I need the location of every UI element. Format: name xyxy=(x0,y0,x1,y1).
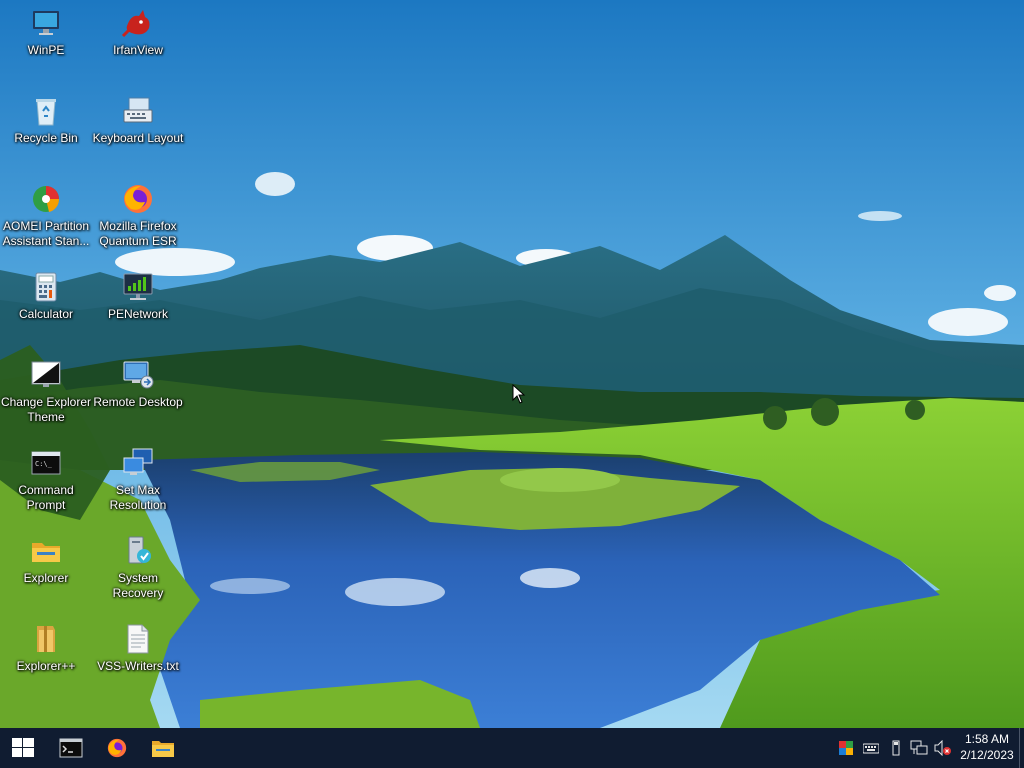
show-desktop-button[interactable] xyxy=(1019,728,1024,768)
desktop-icon-vss-writers[interactable]: VSS-Writers.txt xyxy=(92,616,184,698)
desktop[interactable]: WinPE IrfanView Recycle Bin Keyboard Lay… xyxy=(0,0,1024,728)
taskbar-command-prompt[interactable] xyxy=(48,728,94,768)
clock-time: 1:58 AM xyxy=(964,732,1010,746)
desktop-icon-penetwork[interactable]: PENetwork xyxy=(92,264,184,346)
firefox-icon xyxy=(107,738,127,758)
monitor-icon xyxy=(29,6,63,40)
desktop-icon-label: VSS-Writers.txt xyxy=(97,659,179,673)
cmd-icon: C:\_ xyxy=(29,446,63,480)
text-file-icon xyxy=(121,622,155,656)
desktop-icon-label: AOMEI Partition Assistant Stan... xyxy=(2,219,90,248)
calculator-icon xyxy=(29,270,63,304)
desktop-icon-explorer[interactable]: Explorer xyxy=(0,528,92,610)
desktop-icon-aomei-partition[interactable]: AOMEI Partition Assistant Stan... xyxy=(0,176,92,258)
taskbar: 1:58 AM 2/12/2023 xyxy=(0,728,1024,768)
desktop-icon-winpe[interactable]: WinPE xyxy=(0,0,92,82)
network-monitor-icon xyxy=(121,270,155,304)
desktop-icon-change-explorer-theme[interactable]: Change Explorer Theme xyxy=(0,352,92,434)
theme-icon xyxy=(29,358,63,392)
remote-desktop-icon xyxy=(121,358,155,392)
desktop-icon-firefox[interactable]: Mozilla Firefox Quantum ESR xyxy=(92,176,184,258)
desktop-icon-command-prompt[interactable]: C:\_ Command Prompt xyxy=(0,440,92,522)
mouse-pointer-icon xyxy=(512,383,526,408)
desktop-icon-label: IrfanView xyxy=(113,43,163,57)
desktop-icon-label: System Recovery xyxy=(112,571,164,600)
recycle-bin-icon xyxy=(29,94,63,128)
display-settings-icon xyxy=(121,446,155,480)
cmd-icon xyxy=(59,738,83,758)
svg-text:C:\_: C:\_ xyxy=(35,460,53,468)
desktop-icon-label: Explorer++ xyxy=(16,659,76,673)
taskbar-file-explorer[interactable] xyxy=(140,728,186,768)
desktop-icon-irfanview[interactable]: IrfanView xyxy=(92,0,184,82)
desktop-icon-label: Calculator xyxy=(18,307,74,321)
desktop-icon-label: WinPE xyxy=(27,43,65,57)
folder-icon xyxy=(152,741,174,757)
clock-date: 2/12/2023 xyxy=(960,748,1014,762)
taskbar-clock[interactable]: 1:58 AM 2/12/2023 xyxy=(954,731,1020,763)
firefox-icon xyxy=(121,182,155,216)
desktop-icon-label: Recycle Bin xyxy=(14,131,78,145)
desktop-icon-remote-desktop[interactable]: Remote Desktop xyxy=(92,352,184,434)
taskbar-firefox[interactable] xyxy=(94,728,140,768)
desktop-icon-calculator[interactable]: Calculator xyxy=(0,264,92,346)
color-palette-icon[interactable] xyxy=(838,740,854,756)
folder-plus-icon xyxy=(29,622,63,656)
start-button[interactable] xyxy=(0,728,46,768)
volume-muted-icon[interactable] xyxy=(934,740,952,756)
desktop-icon-label: Keyboard Layout xyxy=(92,131,184,145)
desktop-icon-label: PENetwork xyxy=(107,307,169,321)
desktop-icon-label: Mozilla Firefox Quantum ESR xyxy=(99,219,177,248)
irfanview-cat-icon xyxy=(121,6,155,40)
desktop-icon-label: Remote Desktop xyxy=(93,395,183,409)
aomei-partition-icon xyxy=(29,182,63,216)
usb-icon[interactable] xyxy=(888,740,904,756)
desktop-icon-keyboard-layout[interactable]: Keyboard Layout xyxy=(92,88,184,170)
desktop-icon-label: Set Max Resolution xyxy=(109,483,167,512)
desktop-icon-system-recovery[interactable]: System Recovery xyxy=(92,528,184,610)
folder-icon xyxy=(29,534,63,568)
network-icon[interactable] xyxy=(910,740,928,756)
desktop-icon-recycle-bin[interactable]: Recycle Bin xyxy=(0,88,92,170)
keyboard-icon[interactable] xyxy=(863,740,879,756)
system-recovery-icon xyxy=(121,534,155,568)
desktop-icon-label: Command Prompt xyxy=(18,483,74,512)
keyboard-icon xyxy=(121,94,155,128)
desktop-icon-label: Explorer xyxy=(23,571,69,585)
desktop-icon-label: Change Explorer Theme xyxy=(0,395,92,424)
windows-logo-icon xyxy=(12,738,34,757)
desktop-icon-explorer-plus-plus[interactable]: Explorer++ xyxy=(0,616,92,698)
desktop-icon-set-max-resolution[interactable]: Set Max Resolution xyxy=(92,440,184,522)
